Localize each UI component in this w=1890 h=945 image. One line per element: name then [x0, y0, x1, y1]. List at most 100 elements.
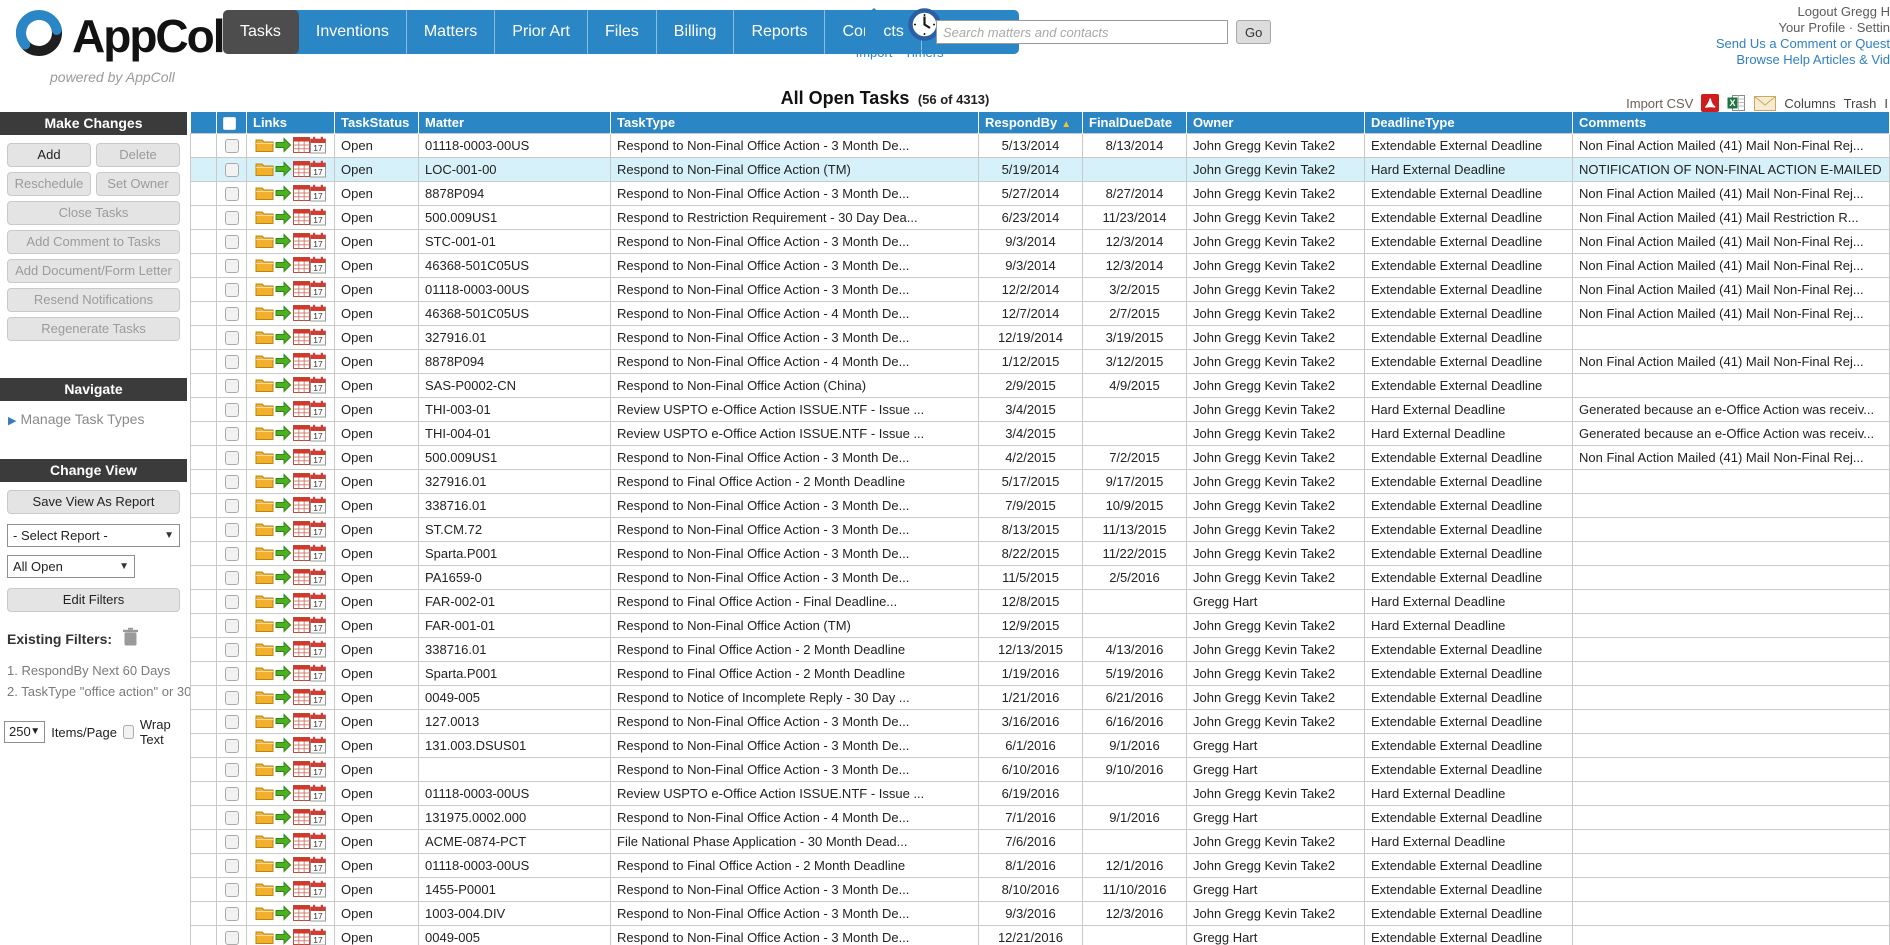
- row-checkbox[interactable]: [225, 427, 239, 441]
- task-row[interactable]: 17Open01118-0003-00USRespond to Final Of…: [191, 853, 1890, 877]
- folder-icon[interactable]: [255, 689, 274, 705]
- calendar-icon[interactable]: 17: [310, 880, 326, 898]
- calendar-icon[interactable]: 17: [310, 808, 326, 826]
- folder-icon[interactable]: [255, 905, 274, 921]
- folder-icon[interactable]: [255, 257, 274, 273]
- resend-notifications-button[interactable]: Resend Notifications: [7, 288, 180, 312]
- tab-matters[interactable]: Matters: [407, 10, 495, 54]
- add-button[interactable]: Add: [7, 143, 91, 167]
- go-to-task-icon[interactable]: [274, 353, 292, 369]
- spreadsheet-icon[interactable]: [293, 473, 310, 489]
- spreadsheet-icon[interactable]: [293, 161, 310, 177]
- spreadsheet-icon[interactable]: [293, 569, 310, 585]
- edit-filters-button[interactable]: Edit Filters: [7, 588, 180, 612]
- calendar-icon[interactable]: 17: [310, 928, 326, 945]
- wrap-text-checkbox[interactable]: [123, 725, 134, 739]
- row-checkbox[interactable]: [225, 523, 239, 537]
- calendar-icon[interactable]: 17: [310, 592, 326, 610]
- task-row[interactable]: 17Open01118-0003-00USReview USPTO e-Offi…: [191, 781, 1890, 805]
- spreadsheet-icon[interactable]: [293, 353, 310, 369]
- spreadsheet-icon[interactable]: [293, 137, 310, 153]
- reschedule-button[interactable]: Reschedule: [7, 172, 91, 196]
- set-owner-button[interactable]: Set Owner: [96, 172, 180, 196]
- row-checkbox[interactable]: [225, 451, 239, 465]
- row-checkbox[interactable]: [225, 595, 239, 609]
- spreadsheet-icon[interactable]: [293, 209, 310, 225]
- row-checkbox[interactable]: [225, 379, 239, 393]
- go-to-task-icon[interactable]: [274, 233, 292, 249]
- row-checkbox[interactable]: [225, 307, 239, 321]
- task-row[interactable]: 17Open46368-501C05USRespond to Non-Final…: [191, 253, 1890, 277]
- task-row[interactable]: 17Open01118-0003-00USRespond to Non-Fina…: [191, 277, 1890, 301]
- calendar-icon[interactable]: 17: [310, 784, 326, 802]
- go-to-task-icon[interactable]: [274, 569, 292, 585]
- row-checkbox[interactable]: [225, 883, 239, 897]
- select-all-checkbox[interactable]: [223, 117, 236, 130]
- folder-icon[interactable]: [255, 833, 274, 849]
- col-header-comments[interactable]: Comments: [1573, 112, 1890, 133]
- calendar-icon[interactable]: 17: [310, 856, 326, 874]
- go-to-task-icon[interactable]: [274, 449, 292, 465]
- task-row[interactable]: 17Open338716.01Respond to Non-Final Offi…: [191, 493, 1890, 517]
- calendar-icon[interactable]: 17: [310, 496, 326, 514]
- go-to-task-icon[interactable]: [274, 185, 292, 201]
- folder-icon[interactable]: [255, 617, 274, 633]
- save-view-as-report-button[interactable]: Save View As Report: [7, 490, 180, 514]
- row-checkbox[interactable]: [225, 715, 239, 729]
- folder-icon[interactable]: [255, 929, 274, 945]
- folder-icon[interactable]: [255, 353, 274, 369]
- col-header-matter[interactable]: Matter: [419, 112, 611, 133]
- go-to-task-icon[interactable]: [274, 281, 292, 297]
- folder-icon[interactable]: [255, 329, 274, 345]
- task-row[interactable]: 17Open01118-0003-00USRespond to Non-Fina…: [191, 133, 1890, 157]
- spreadsheet-icon[interactable]: [293, 425, 310, 441]
- tab-prior-art[interactable]: Prior Art: [495, 10, 588, 54]
- row-checkbox[interactable]: [225, 187, 239, 201]
- spreadsheet-icon[interactable]: [293, 929, 310, 945]
- task-row[interactable]: 17Open1455-P0001Respond to Non-Final Off…: [191, 877, 1890, 901]
- go-to-task-icon[interactable]: [274, 713, 292, 729]
- folder-icon[interactable]: [255, 449, 274, 465]
- go-to-task-icon[interactable]: [274, 425, 292, 441]
- tab-inventions[interactable]: Inventions: [299, 10, 407, 54]
- calendar-icon[interactable]: 17: [310, 640, 326, 658]
- import-tool[interactable]: Import: [848, 8, 900, 60]
- folder-icon[interactable]: [255, 569, 274, 585]
- calendar-icon[interactable]: 17: [310, 376, 326, 394]
- row-checkbox[interactable]: [225, 259, 239, 273]
- calendar-icon[interactable]: 17: [310, 616, 326, 634]
- row-checkbox[interactable]: [225, 331, 239, 345]
- view-select[interactable]: All Open ▼: [7, 555, 135, 578]
- calendar-icon[interactable]: 17: [310, 712, 326, 730]
- task-row[interactable]: 17Open0049-005Respond to Notice of Incom…: [191, 685, 1890, 709]
- row-checkbox[interactable]: [225, 691, 239, 705]
- task-row[interactable]: 17OpenFAR-002-01Respond to Final Office …: [191, 589, 1890, 613]
- spreadsheet-icon[interactable]: [293, 305, 310, 321]
- folder-icon[interactable]: [255, 281, 274, 297]
- go-to-task-icon[interactable]: [274, 641, 292, 657]
- go-to-task-icon[interactable]: [274, 497, 292, 513]
- folder-icon[interactable]: [255, 233, 274, 249]
- calendar-icon[interactable]: 17: [310, 520, 326, 538]
- task-row[interactable]: 17Open46368-501C05USRespond to Non-Final…: [191, 301, 1890, 325]
- go-to-task-icon[interactable]: [274, 257, 292, 273]
- task-row[interactable]: 17Open0049-005Respond to Non-Final Offic…: [191, 925, 1890, 945]
- folder-icon[interactable]: [255, 377, 274, 393]
- col-header-links[interactable]: Links: [247, 112, 335, 133]
- folder-icon[interactable]: [255, 857, 274, 873]
- account-link-3[interactable]: Browse Help Articles & Vid: [1716, 52, 1890, 68]
- go-to-task-icon[interactable]: [274, 329, 292, 345]
- spreadsheet-icon[interactable]: [293, 809, 310, 825]
- go-to-task-icon[interactable]: [274, 137, 292, 153]
- go-to-task-icon[interactable]: [274, 833, 292, 849]
- col-header-finalduedate[interactable]: FinalDueDate: [1083, 112, 1187, 133]
- close-tasks-button[interactable]: Close Tasks: [7, 201, 180, 225]
- add-document-form-letter-button[interactable]: Add Document/Form Letter: [7, 259, 180, 283]
- calendar-icon[interactable]: 17: [310, 448, 326, 466]
- task-row[interactable]: 17Open500.009US1Respond to Restriction R…: [191, 205, 1890, 229]
- spreadsheet-icon[interactable]: [293, 641, 310, 657]
- row-checkbox[interactable]: [225, 763, 239, 777]
- calendar-icon[interactable]: 17: [310, 304, 326, 322]
- folder-icon[interactable]: [255, 497, 274, 513]
- calendar-icon[interactable]: 17: [310, 280, 326, 298]
